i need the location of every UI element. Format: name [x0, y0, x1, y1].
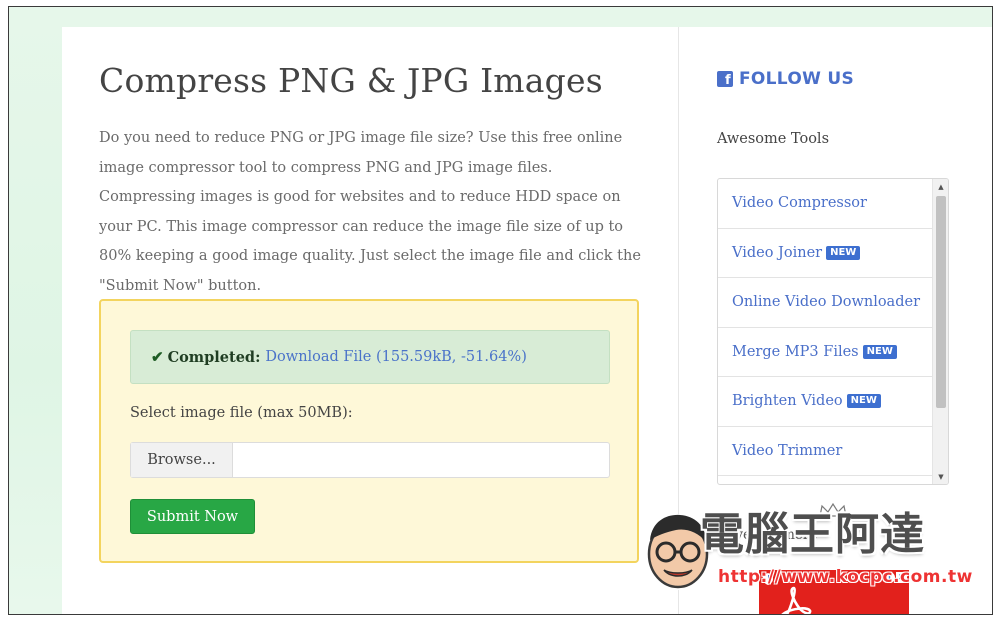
selected-file-name[interactable] — [233, 443, 609, 477]
new-badge: NEW — [826, 245, 861, 260]
tool-item-online-video-downloader[interactable]: Online Video Downloader — [718, 278, 933, 328]
success-alert: ✔ Completed: Download File (155.59kB, -5… — [130, 330, 610, 384]
facebook-icon: f — [717, 71, 733, 87]
page-title: Compress PNG & JPG Images — [99, 61, 603, 100]
site-watermark: 電腦王阿達 http://www.kocpc.com.tw — [640, 500, 972, 600]
new-badge: NEW — [862, 344, 897, 359]
download-file-link[interactable]: Download File (155.59kB, -51.64%) — [265, 349, 526, 365]
tool-label: Online Video Downloader — [732, 294, 920, 311]
check-icon: ✔ — [151, 348, 164, 366]
watermark-brand: 電腦王阿達 — [700, 509, 925, 560]
tool-item-video-joiner[interactable]: Video Joiner NEW — [718, 229, 933, 278]
intro-text: Do you need to reduce PNG or JPG image f… — [99, 130, 641, 294]
main-content: Compress PNG & JPG Images Do you need to… — [62, 27, 678, 614]
tools-list-scrollbar[interactable]: ▲ ▼ — [932, 179, 948, 484]
tool-item-video-trimmer[interactable]: Video Trimmer — [718, 427, 933, 476]
scroll-down-arrow-icon[interactable]: ▼ — [933, 469, 948, 484]
submit-now-button[interactable]: Submit Now — [130, 499, 255, 534]
tool-label: Brighten Video — [732, 393, 843, 410]
tool-label: Video Compressor — [732, 195, 867, 212]
tool-item-brighten-video[interactable]: Brighten Video NEW — [718, 377, 933, 427]
tools-list: Video Compressor Video Joiner NEW Online… — [717, 178, 949, 485]
scroll-up-arrow-icon[interactable]: ▲ — [933, 179, 948, 194]
follow-us-label: FOLLOW US — [739, 69, 854, 89]
scroll-thumb[interactable] — [936, 196, 946, 408]
tool-label: Video Trimmer — [732, 442, 843, 459]
alert-status: Completed: — [167, 348, 261, 366]
tool-label: Merge MP3 Files — [732, 343, 859, 360]
tool-item-video-compressor[interactable]: Video Compressor — [718, 179, 933, 229]
compressor-panel: ✔ Completed: Download File (155.59kB, -5… — [99, 299, 639, 563]
file-input-label: Select image file (max 50MB): — [130, 405, 353, 421]
tools-items: Video Compressor Video Joiner NEW Online… — [718, 179, 933, 476]
tool-label: Video Joiner — [732, 244, 823, 261]
browse-button[interactable]: Browse... — [131, 443, 233, 477]
file-input[interactable]: Browse... — [130, 442, 610, 478]
tools-heading: Awesome Tools — [717, 131, 830, 147]
follow-us-link[interactable]: f FOLLOW US — [717, 69, 854, 89]
new-badge: NEW — [846, 394, 881, 409]
watermark-url: http://www.kocpc.com.tw — [718, 567, 973, 587]
tool-item-merge-mp3-files[interactable]: Merge MP3 Files NEW — [718, 328, 933, 377]
